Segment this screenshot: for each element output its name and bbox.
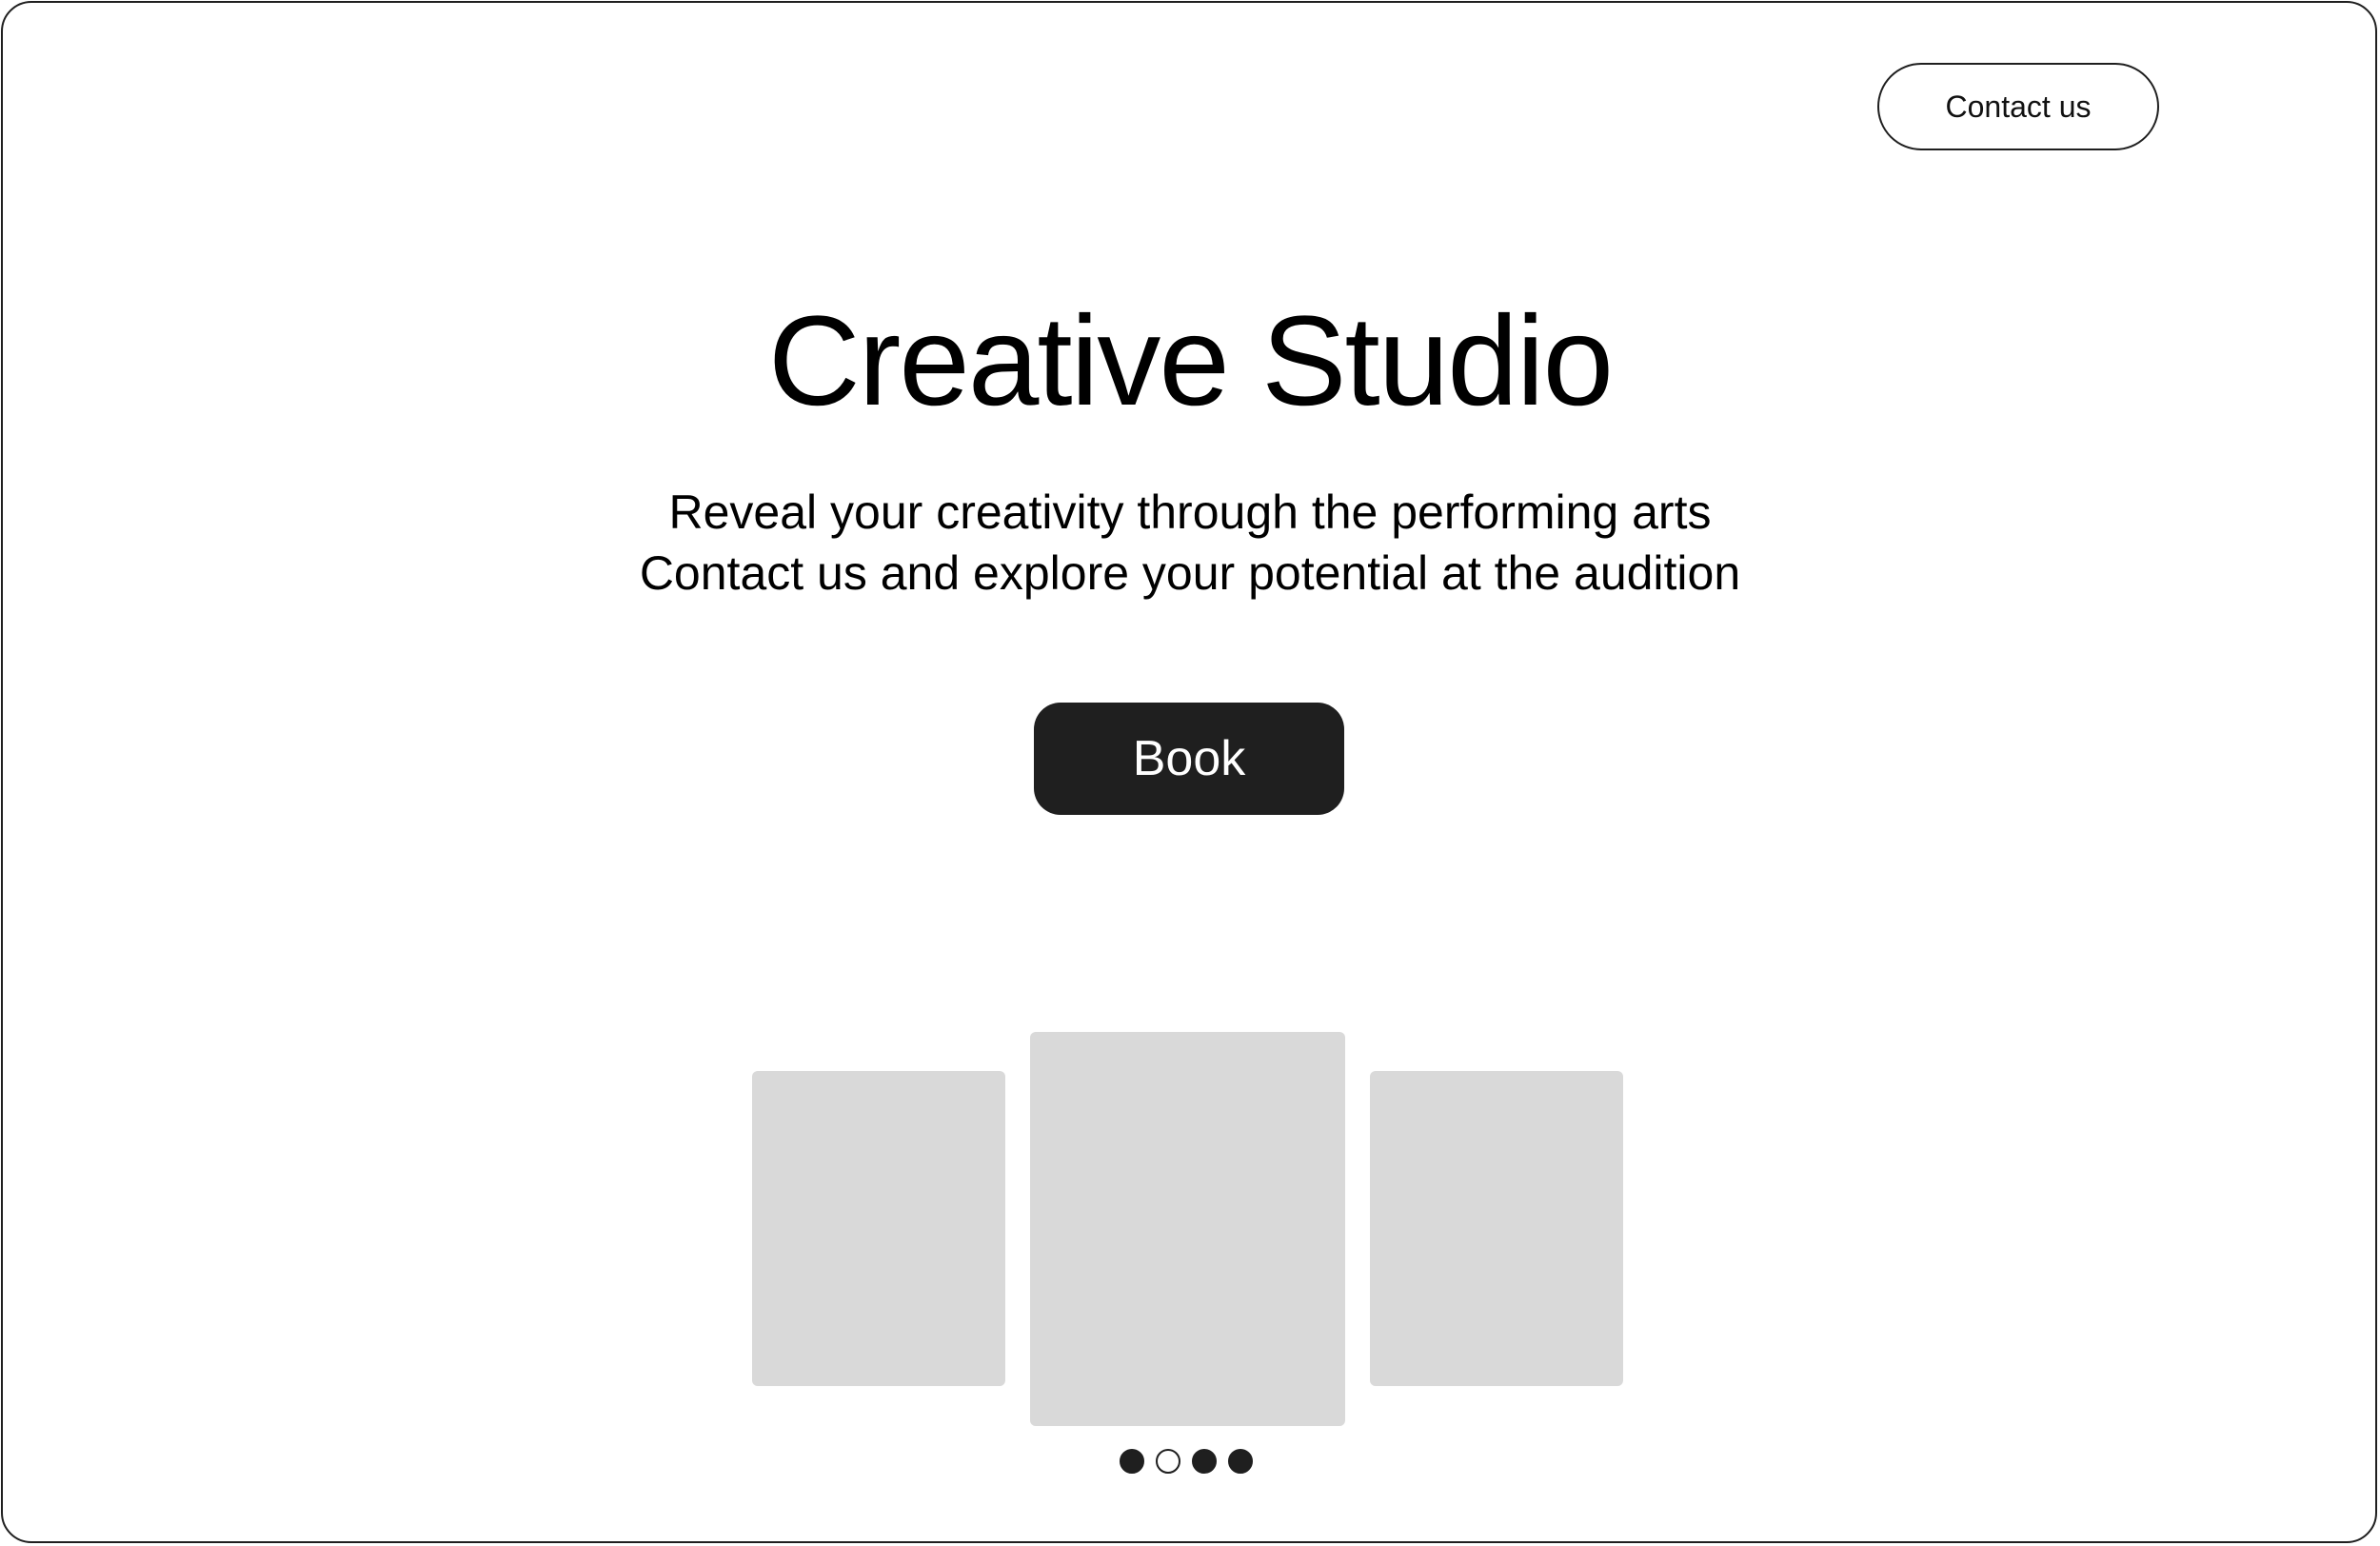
- carousel-dot-4[interactable]: [1228, 1449, 1253, 1474]
- carousel-pagination: [1120, 1449, 1253, 1474]
- subtitle-line-1: Reveal your creativity through the perfo…: [668, 486, 1712, 539]
- carousel-slide-next[interactable]: [1370, 1071, 1623, 1386]
- hero-subtitle: Reveal your creativity through the perfo…: [0, 482, 2380, 604]
- carousel-dot-2[interactable]: [1156, 1449, 1180, 1474]
- carousel-slide-active[interactable]: [1030, 1032, 1345, 1426]
- carousel-dot-3[interactable]: [1192, 1449, 1217, 1474]
- contact-us-button[interactable]: Contact us: [1877, 63, 2159, 150]
- subtitle-line-2: Contact us and explore your potential at…: [639, 546, 1741, 600]
- book-button[interactable]: Book: [1034, 703, 1344, 815]
- carousel-dot-1[interactable]: [1120, 1449, 1144, 1474]
- carousel-slide-previous[interactable]: [752, 1071, 1005, 1386]
- page-title: Creative Studio: [767, 290, 1614, 432]
